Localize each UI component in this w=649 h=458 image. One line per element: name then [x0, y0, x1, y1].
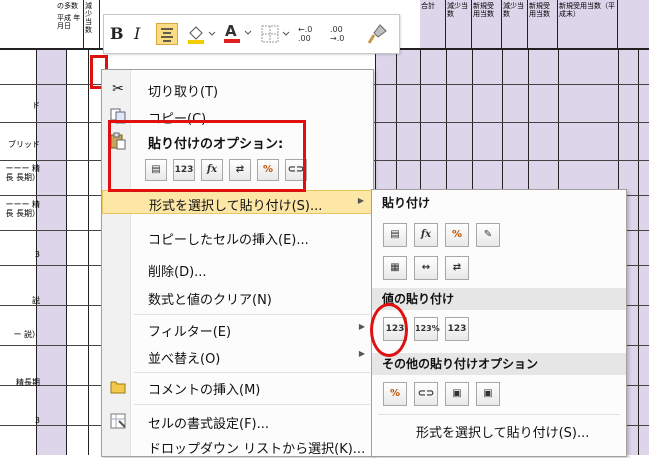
menu-item-format-cells[interactable]: セルの書式設定(F)... — [102, 409, 373, 433]
row-label: 精長期 — [16, 378, 40, 387]
menu-item-label: セルの書式設定(F)... — [148, 417, 270, 432]
menu-separator — [134, 314, 370, 315]
svg-text:A: A — [225, 22, 237, 40]
submenu-arrow-icon: ▶ — [357, 196, 364, 205]
mini-toolbar: B I A ←.0 .00 .00 →.0 — [103, 14, 400, 54]
menu-separator — [134, 404, 370, 405]
borders-icon[interactable] — [260, 23, 290, 45]
header-cell: 新規受用当数（平成末） — [558, 0, 618, 48]
paste-formulas-number-format-icon[interactable]: % — [445, 223, 469, 247]
menu-item-dropdown-list[interactable]: ドロップダウン リストから選択(K)... — [102, 434, 373, 458]
submenu-arrow-icon: ▶ — [358, 349, 365, 358]
menu-item-sort[interactable]: 並べ替え(O) ▶ — [102, 344, 373, 368]
paste-icon[interactable]: ▤ — [383, 223, 407, 247]
comment-icon — [109, 378, 127, 396]
scissors-icon: ✂ — [112, 81, 124, 97]
paste-no-borders-icon[interactable]: ▦ — [383, 256, 407, 280]
paste-values-highlight — [370, 303, 408, 357]
font-color-icon[interactable]: A — [222, 21, 252, 45]
menu-item-insert-comment[interactable]: コメントの挿入(M) — [102, 375, 373, 399]
paste-options-highlight — [108, 120, 306, 192]
paste-values-source-format-icon[interactable]: 123 — [445, 317, 469, 341]
row-label: 3 — [34, 416, 40, 425]
paste-column-widths-icon[interactable]: ↔ — [414, 256, 438, 280]
paste-formulas-icon[interactable]: fx — [414, 223, 438, 247]
paste-keep-source-icon[interactable]: ✎ — [476, 223, 500, 247]
paste-special-submenu: 貼り付け ▤ fx % ✎ ▦ ↔ ⇄ 値の貼り付け 123 123% 123 … — [371, 189, 627, 457]
menu-item-label: 削除(D)... — [148, 265, 207, 280]
submenu-other-header: その他の貼り付けオプション — [372, 353, 626, 375]
paste-values-number-format-icon[interactable]: 123% — [414, 317, 440, 341]
submenu-arrow-icon: ▶ — [358, 322, 365, 331]
header-cell: 平成 年 月日 — [56, 12, 84, 48]
menu-item-filter[interactable]: フィルター(E) ▶ — [102, 317, 373, 341]
header-cell: 減少当数 — [84, 0, 100, 48]
paste-picture-icon[interactable]: ▣ — [445, 382, 469, 406]
menu-item-label: 切り取り(T) — [148, 85, 219, 100]
increase-decimal-icon[interactable]: ←.0 .00 — [298, 25, 324, 43]
italic-button[interactable]: I — [134, 24, 140, 43]
menu-item-label: コメントの挿入(M) — [148, 383, 261, 398]
format-cells-icon — [109, 412, 127, 430]
format-painter-icon[interactable] — [366, 23, 390, 45]
header-cell: 減少当数 — [502, 0, 528, 48]
menu-item-label: 形式を選択して貼り付け(S)... — [416, 426, 590, 441]
header-cell: 減少当数 — [446, 0, 472, 48]
menu-item-label: 数式と値のクリア(N) — [148, 293, 272, 308]
menu-item-cut[interactable]: ✂ 切り取り(T) — [102, 77, 373, 101]
row-label: 3 — [34, 250, 40, 259]
row-label: ーーー 精長 長期） — [5, 200, 40, 218]
menu-item-label: コピーしたセルの挿入(E)... — [148, 233, 309, 248]
menu-item-label: 並べ替え(O) — [148, 352, 221, 367]
menu-item-label: フィルター(E) — [148, 325, 232, 340]
menu-separator — [378, 414, 620, 415]
paste-transpose-icon[interactable]: ⇄ — [445, 256, 469, 280]
menu-separator — [134, 372, 370, 373]
header-cell: 新規受用当数 — [472, 0, 502, 48]
menu-item-clear-contents[interactable]: 数式と値のクリア(N) — [102, 285, 373, 309]
row-label: ド — [32, 101, 40, 110]
row-label: ブリッド — [8, 140, 40, 149]
submenu-values-header: 値の貼り付け — [372, 288, 626, 310]
row-label: 説 — [32, 296, 40, 305]
header-cell: 新規受用当数 — [528, 0, 558, 48]
menu-item-label: 形式を選択して貼り付け(S)... — [149, 199, 323, 214]
header-cell: 合計 — [420, 0, 446, 48]
submenu-paste-header: 貼り付け — [382, 196, 431, 210]
decrease-decimal-icon[interactable]: .00 →.0 — [330, 25, 356, 43]
menu-item-insert-copied-cells[interactable]: コピーしたセルの挿入(E)... — [102, 225, 373, 249]
paste-formatting-icon[interactable]: % — [383, 382, 407, 406]
bold-button[interactable]: B — [110, 24, 124, 43]
menu-item-paste-special[interactable]: 形式を選択して貼り付け(S)... ▶ — [102, 190, 373, 214]
row-label: ー 説） — [13, 330, 40, 339]
submenu-paste-special-item[interactable]: 形式を選択して貼り付け(S)... — [372, 418, 626, 444]
paste-linked-picture-icon[interactable]: ▣ — [476, 382, 500, 406]
menu-item-delete[interactable]: 削除(D)... — [102, 257, 373, 281]
row-label: ーーー 精長 長期） — [5, 164, 40, 182]
menu-item-label: ドロップダウン リストから選択(K)... — [148, 442, 366, 457]
paste-link-icon[interactable]: ⊂⊃ — [414, 382, 438, 406]
align-center-icon[interactable] — [156, 23, 178, 45]
fill-color-icon[interactable] — [186, 23, 216, 45]
